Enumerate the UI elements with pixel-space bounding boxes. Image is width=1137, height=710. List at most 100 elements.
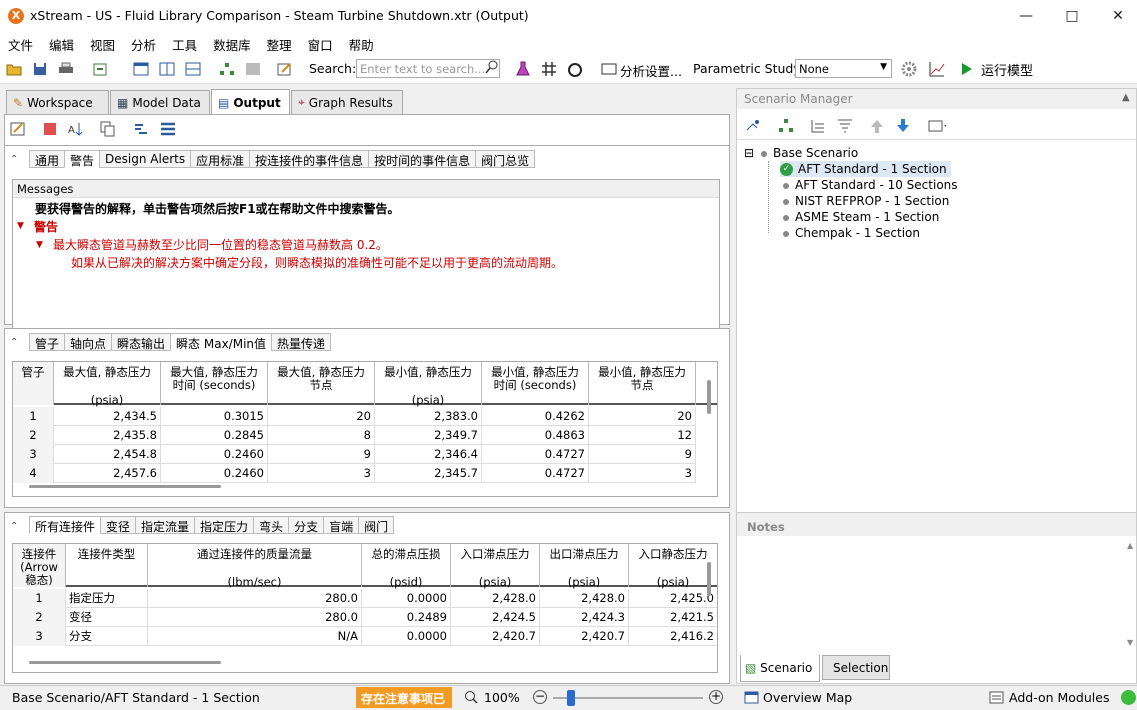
subtab-general[interactable]: 通用 [29,150,66,168]
addon-modules-button[interactable]: Add-on Modules [1009,690,1109,705]
zoom-slider[interactable] [553,697,703,699]
edit-output-icon[interactable] [276,60,294,78]
column-header[interactable]: 总的滞点压损 (psid) [362,544,451,589]
menu-file[interactable]: 文件 [0,32,41,54]
copy-icon[interactable] [99,120,117,138]
subtab-dead-ends[interactable]: 盲端 [323,516,360,534]
subtab-transient-output[interactable]: 瞬态输出 [111,333,172,351]
tree-item-chempak[interactable]: Chempak - 1 Section [783,225,920,241]
run-model-button[interactable]: 运行模型 [981,60,1033,79]
maximize-icon[interactable]: □ [1049,0,1095,32]
table-row[interactable]: 3分支N/A0.00002,420.72,420.72,416.22 [13,627,717,646]
column-header[interactable]: 通过连接件的质量流量 (lbm/sec) [148,544,362,589]
menu-database[interactable]: 数据库 [205,32,259,54]
chart-icon[interactable] [928,60,946,78]
pin-icon[interactable]: ▲ [1122,92,1130,103]
column-header[interactable]: 入口静态压力 (psia) [629,544,717,589]
expand-item-icon[interactable]: ▼ [36,240,43,250]
column-header[interactable]: 最大值, 静态压力 (psia) [54,362,161,407]
layout-columns-icon[interactable] [158,60,176,78]
search-icon[interactable] [485,60,498,77]
tree-item-aft-1-section[interactable]: ✓ AFT Standard - 1 Section [780,161,951,177]
column-header[interactable]: 连接件 (Arrow 稳态) [13,544,66,587]
tree-collapse-icon[interactable]: ⊟ [744,145,754,161]
gear-icon[interactable] [900,60,918,78]
zoom-out-icon[interactable]: − [533,690,547,704]
tree-item-asme[interactable]: ASME Steam - 1 Section [783,209,939,225]
subtab-design-alerts[interactable]: Design Alerts [99,150,192,168]
parametric-study-select[interactable]: None ▼ [795,59,892,78]
column-header[interactable]: 出口滞点压力 (psia) [540,544,629,589]
search-input[interactable]: Enter text to search... [356,59,500,78]
horizontal-scrollbar[interactable] [29,485,221,488]
subtab-pipes[interactable]: 管子 [29,333,66,351]
tree-item-aft-10-sections[interactable]: AFT Standard - 10 Sections [783,177,958,193]
view-options-icon[interactable] [928,117,946,135]
vertical-scrollbar[interactable] [707,380,711,414]
tree-view-icon[interactable] [809,117,827,135]
analysis-settings-icon[interactable] [600,60,618,78]
menu-tools[interactable]: 工具 [164,32,205,54]
move-up-icon[interactable] [868,117,886,135]
table-row[interactable]: 3 2,454.8 0.2460 9 2,346.4 0.4727 9 [13,445,696,464]
output-control-icon[interactable] [9,120,27,138]
alerts-badge[interactable]: 存在注意事项已 [356,687,452,708]
table-row[interactable]: 1指定压力280.00.00002,428.02,428.02,425.02 [13,589,717,608]
tree-root[interactable]: Base Scenario [761,145,858,161]
export-icon[interactable] [92,60,110,78]
filter-icon[interactable] [836,117,854,135]
column-header[interactable]: 最小值, 静态压力 (psia) [375,362,482,407]
subtab-standards[interactable]: 应用标准 [190,150,251,168]
menu-analysis[interactable]: 分析 [123,32,164,54]
transfer-icon[interactable] [132,120,150,138]
column-header[interactable]: 最大值, 静态压力 时间 (seconds) [161,362,268,405]
horizontal-scrollbar[interactable] [29,661,221,664]
subtab-events-by-time[interactable]: 按时间的事件信息 [368,150,477,168]
menu-view[interactable]: 视图 [82,32,123,54]
zoom-in-icon[interactable]: + [709,690,723,704]
menu-help[interactable]: 帮助 [341,32,382,54]
table-row[interactable]: 1 2,434.5 0.3015 20 2,383.0 0.4262 20 [13,407,696,426]
list-icon[interactable] [159,120,177,138]
run-icon[interactable] [958,60,976,78]
overview-map-button[interactable]: Overview Map [763,690,852,705]
tab-model-data[interactable]: ▦ Model Data [110,90,210,114]
subtab-assigned-flow[interactable]: 指定流量 [135,516,196,534]
tab-workspace[interactable]: ✎ Workspace [6,90,109,114]
subtab-branches[interactable]: 分支 [288,516,325,534]
save-icon[interactable] [31,60,49,78]
child-scenario-icon[interactable] [777,117,795,135]
zoom-slider-handle[interactable] [567,690,575,706]
tab-selection[interactable]: Selection [822,655,890,680]
layout-rows-icon[interactable] [184,60,202,78]
subtab-reducers[interactable]: 变径 [100,516,137,534]
table-row[interactable]: 4 2,457.6 0.2460 3 2,345.7 0.4727 3 [13,464,696,483]
column-header[interactable]: 最大值, 静态压力 节点 [268,362,375,405]
sort-icon[interactable]: A [66,120,84,138]
tab-graph-results[interactable]: ⌖ Graph Results [291,90,403,114]
table-row[interactable]: 2变径280.00.24892,424.52,424.32,421.52 [13,608,717,627]
subtab-heat-transfer[interactable]: 热量传递 [271,333,332,351]
subtab-valves[interactable]: 阀门 [358,516,395,534]
close-icon[interactable]: ✕ [1095,0,1137,32]
tree-item-nist[interactable]: NIST REFPROP - 1 Section [783,193,949,209]
network-gray-icon[interactable] [244,60,262,78]
collapse-pipe-icon[interactable]: ⌃ [10,337,18,348]
notes-textarea[interactable] [737,537,1125,650]
analysis-settings-button[interactable]: 分析设置... [620,61,682,80]
steam-icon[interactable] [566,60,584,78]
expand-warning-icon[interactable]: ▼ [17,221,24,231]
tab-output[interactable]: ▤ Output [211,89,290,115]
column-header[interactable]: 连接件类型 [66,544,148,587]
tab-scenario[interactable]: ▧ Scenario [740,655,820,682]
layout-single-icon[interactable] [132,60,150,78]
move-down-icon[interactable] [894,117,912,135]
column-header[interactable]: 入口滞点压力 (psia) [451,544,540,589]
network-icon[interactable] [218,60,236,78]
scroll-up-icon[interactable]: ▲ [1127,541,1133,550]
subtab-all-junctions[interactable]: 所有连接件 [29,516,102,534]
menu-window[interactable]: 窗口 [300,32,341,54]
vertical-scrollbar[interactable] [707,562,711,596]
subtab-transient-maxmin[interactable]: 瞬态 Max/Min值 [170,333,273,351]
print-icon[interactable] [57,60,75,78]
